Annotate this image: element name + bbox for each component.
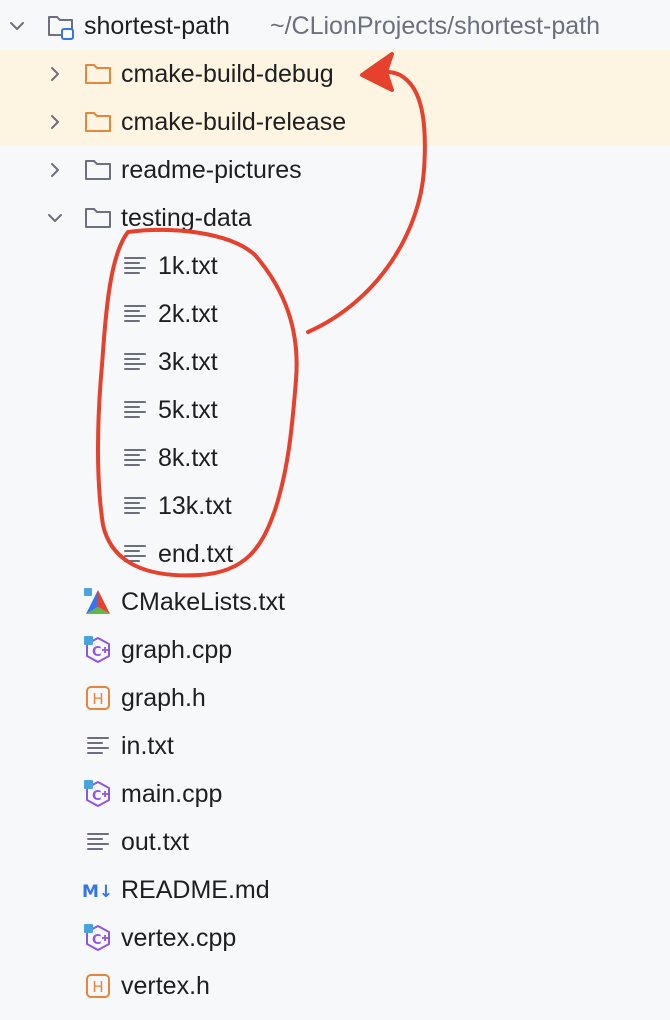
markdown-icon: M↓ (82, 882, 113, 902)
cpp-file-icon: C (84, 636, 110, 663)
file-label: 1k.txt (158, 252, 218, 280)
svg-text:C: C (92, 645, 102, 660)
text-file-icon (124, 353, 146, 370)
file-label: README.md (121, 876, 270, 904)
tree-row-readme-md[interactable]: M↓ README.md (0, 866, 670, 914)
svg-text:H: H (92, 690, 103, 708)
text-file-icon (124, 449, 146, 466)
file-label: CMakeLists.txt (121, 588, 285, 616)
project-tree: shortest-path ~/CLionProjects/shortest-p… (0, 0, 670, 1020)
tree-row-project-root[interactable]: shortest-path ~/CLionProjects/shortest-p… (0, 2, 670, 50)
svg-text:M↓: M↓ (82, 882, 113, 902)
file-label: vertex.h (121, 972, 210, 1000)
excluded-folder-icon (85, 112, 111, 132)
tree-row-13k-txt[interactable]: 13k.txt (0, 482, 670, 530)
folder-icon (85, 208, 111, 228)
cpp-file-icon: C (84, 924, 110, 951)
text-file-icon (124, 497, 146, 514)
tree-row-vertex-cpp[interactable]: C vertex.cpp (0, 914, 670, 962)
project-path: ~/CLionProjects/shortest-path (270, 12, 601, 40)
text-file-icon (124, 257, 146, 274)
file-label: 5k.txt (158, 396, 218, 424)
text-file-icon (87, 737, 109, 754)
cpp-file-icon: C (84, 780, 110, 807)
folder-label: cmake-build-debug (121, 60, 334, 88)
project-name: shortest-path (84, 12, 230, 40)
tree-row-readme-pictures[interactable]: readme-pictures (0, 146, 670, 194)
file-label: 13k.txt (158, 492, 232, 520)
excluded-folder-icon (85, 64, 111, 84)
file-label: graph.cpp (121, 636, 233, 664)
tree-row-1k-txt[interactable]: 1k.txt (0, 242, 670, 290)
tree-row-3k-txt[interactable]: 3k.txt (0, 338, 670, 386)
text-file-icon (87, 833, 109, 850)
tree-row-graph-cpp[interactable]: C graph.cpp (0, 626, 670, 674)
file-label: in.txt (121, 732, 174, 760)
file-label: 8k.txt (158, 444, 218, 472)
chevron-down-icon[interactable] (46, 209, 64, 227)
tree-row-5k-txt[interactable]: 5k.txt (0, 386, 670, 434)
file-label: main.cpp (121, 780, 223, 808)
folder-label: testing-data (121, 204, 252, 232)
folder-label: cmake-build-release (121, 108, 347, 136)
tree-row-cmake-build-debug[interactable]: cmake-build-debug (0, 50, 670, 98)
text-file-icon (124, 545, 146, 562)
tree-row-cmake-build-release[interactable]: cmake-build-release (0, 98, 670, 146)
chevron-right-icon[interactable] (46, 113, 64, 131)
tree-row-graph-h[interactable]: H graph.h (0, 674, 670, 722)
tree-row-end-txt[interactable]: end.txt (0, 530, 670, 578)
chevron-right-icon[interactable] (46, 65, 64, 83)
file-label: graph.h (121, 684, 206, 712)
tree-row-2k-txt[interactable]: 2k.txt (0, 290, 670, 338)
tree-row-cmakelists[interactable]: CMakeLists.txt (0, 578, 670, 626)
file-label: out.txt (121, 828, 190, 856)
folder-icon (85, 160, 111, 180)
svg-text:H: H (92, 978, 103, 996)
svg-text:C: C (92, 933, 102, 948)
chevron-right-icon[interactable] (46, 161, 64, 179)
tree-row-out-txt[interactable]: out.txt (0, 818, 670, 866)
file-label: end.txt (158, 540, 234, 568)
svg-text:C: C (92, 789, 102, 804)
text-file-icon (124, 401, 146, 418)
project-folder-icon (48, 16, 74, 40)
tree-row-8k-txt[interactable]: 8k.txt (0, 434, 670, 482)
text-file-icon (124, 305, 146, 322)
tree-row-in-txt[interactable]: in.txt (0, 722, 670, 770)
header-file-icon: H (86, 974, 110, 998)
tree-row-main-cpp[interactable]: C main.cpp (0, 770, 670, 818)
file-label: vertex.cpp (121, 924, 237, 952)
folder-label: readme-pictures (121, 156, 302, 184)
tree-row-vertex-h[interactable]: H vertex.h (0, 962, 670, 1010)
header-file-icon: H (86, 686, 110, 710)
chevron-down-icon[interactable] (8, 17, 26, 35)
file-label: 2k.txt (158, 300, 218, 328)
file-label: 3k.txt (158, 348, 218, 376)
cmake-icon (84, 588, 110, 614)
tree-row-testing-data[interactable]: testing-data (0, 194, 670, 242)
